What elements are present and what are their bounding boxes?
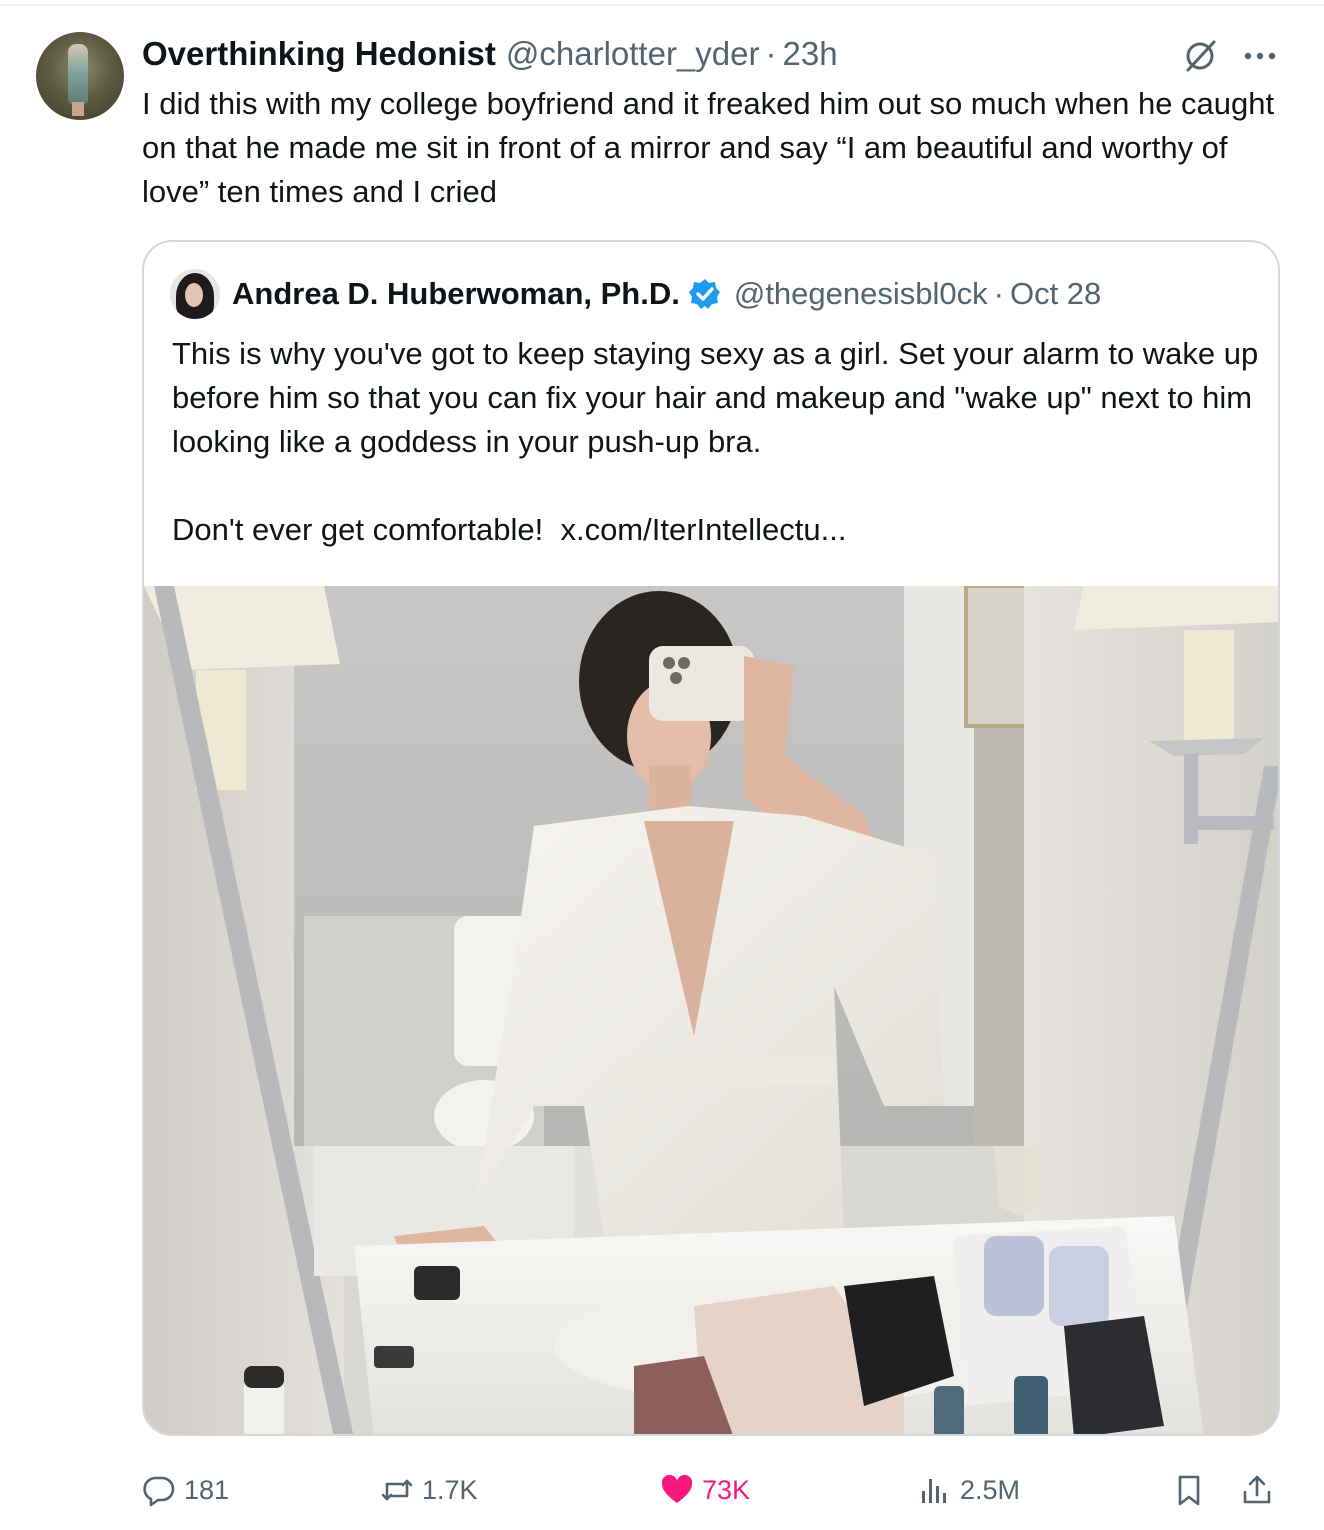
verified-badge-icon [688, 279, 720, 309]
more-icon[interactable] [1240, 44, 1280, 68]
repost-count: 1.7K [422, 1474, 478, 1505]
quoted-separator-dot: · [993, 276, 1004, 311]
tweet-actions: 181 1.7K 73K 2.5M [142, 1468, 1282, 1512]
tweet[interactable]: Overthinking Hedonist @charlotter_yder ·… [0, 0, 1324, 1530]
quoted-paragraph-1: This is why you've got to keep staying s… [172, 336, 1259, 459]
tweet-header: Overthinking Hedonist @charlotter_yder ·… [142, 34, 838, 74]
quoted-paragraph-2-text: Don't ever get comfortable! [172, 512, 544, 547]
quoted-tweet[interactable]: Andrea D. Huberwoman, Ph.D. @thegenesisb… [142, 240, 1280, 1436]
bookmark-button[interactable] [1172, 1468, 1214, 1512]
author-avatar[interactable] [36, 32, 124, 120]
reply-button[interactable]: 181 [142, 1468, 229, 1512]
tweet-timestamp[interactable]: 23h [782, 35, 837, 73]
share-icon [1243, 1475, 1271, 1504]
quoted-tweet-image[interactable] [144, 586, 1278, 1434]
reply-icon [143, 1476, 175, 1507]
heart-icon [661, 1474, 693, 1503]
like-button[interactable]: 73K [660, 1468, 750, 1512]
like-count: 73K [702, 1474, 751, 1505]
quoted-tweet-text: This is why you've got to keep staying s… [172, 332, 1262, 552]
views-button[interactable]: 2.5M [918, 1468, 1020, 1512]
views-icon [922, 1479, 946, 1503]
bookmark-icon [1178, 1475, 1200, 1506]
quoted-tweet-header: Andrea D. Huberwoman, Ph.D. @thegenesisb… [170, 268, 1101, 320]
quoted-link[interactable]: x.com/IterIntellectu... [560, 512, 846, 547]
repost-icon [381, 1479, 413, 1501]
author-handle[interactable]: @charlotter_yder [506, 35, 760, 73]
mirror-selfie-photo [144, 586, 1278, 1434]
quoted-author-name[interactable]: Andrea D. Huberwoman, Ph.D. [232, 276, 680, 312]
share-button[interactable] [1240, 1468, 1282, 1512]
views-count: 2.5M [960, 1474, 1021, 1505]
author-name[interactable]: Overthinking Hedonist [142, 35, 496, 73]
repost-button[interactable]: 1.7K [380, 1468, 478, 1512]
quoted-paragraph-2: Don't ever get comfortable! x.com/IterIn… [172, 508, 1262, 552]
tweet-text: I did this with my college boyfriend and… [142, 86, 1275, 209]
separator-dot: · [765, 35, 777, 72]
quoted-author-handle[interactable]: @thegenesisbl0ck [734, 276, 988, 312]
quoted-author-avatar[interactable] [170, 269, 220, 319]
grok-icon[interactable] [1182, 38, 1218, 74]
quoted-timestamp[interactable]: Oct 28 [1010, 276, 1101, 312]
reply-count: 181 [184, 1474, 230, 1505]
